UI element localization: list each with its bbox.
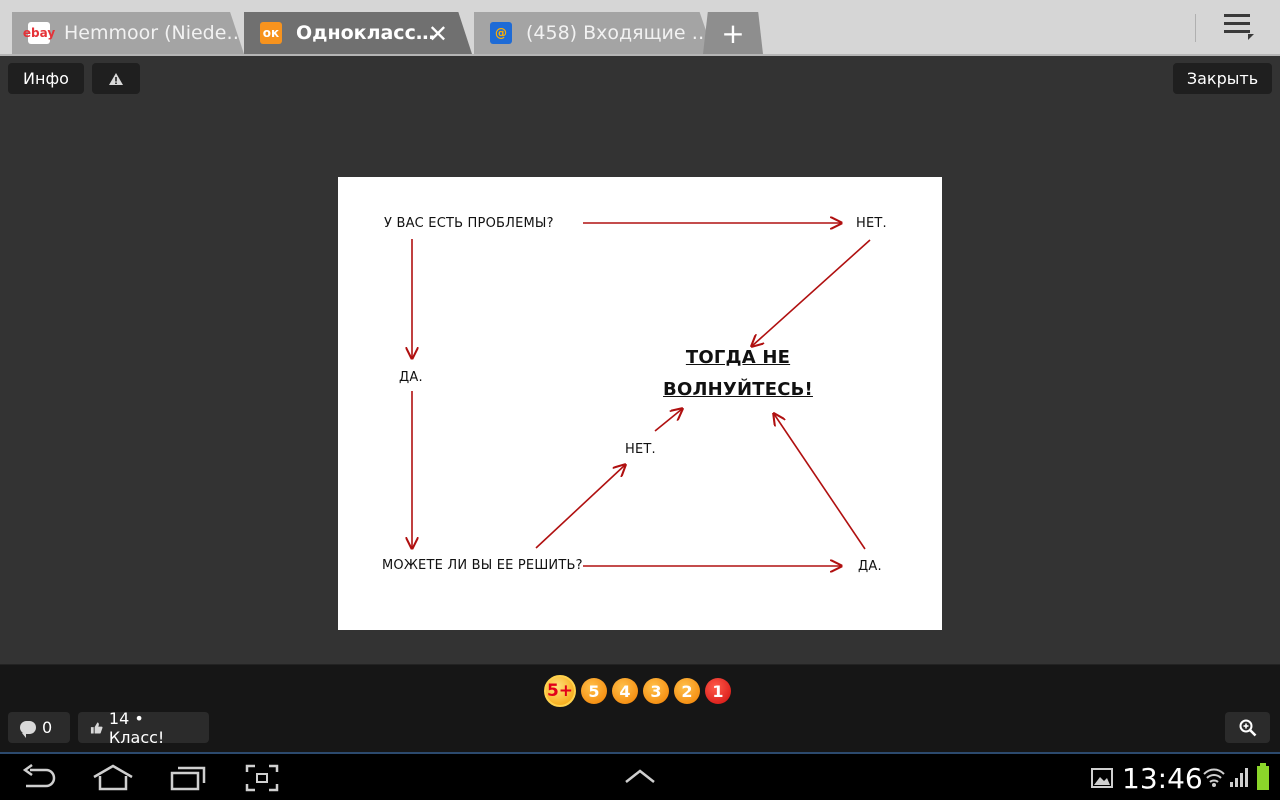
answer-yes-right: ДА. (858, 559, 882, 574)
tab-title: Hemmoor (Niede… (64, 22, 244, 44)
arrow-no-to-center-2 (654, 409, 682, 432)
gallery-icon (1091, 768, 1113, 788)
system-nav-bar: 13:46 (0, 752, 1280, 800)
comments-count: 0 (42, 718, 53, 737)
comments-button[interactable]: 0 (8, 712, 70, 743)
close-tab-icon[interactable]: ✕ (428, 20, 448, 48)
answer-yes-left: ДА. (399, 370, 423, 385)
wifi-icon (1203, 768, 1225, 787)
rating-4[interactable]: 4 (612, 678, 638, 704)
recent-apps-icon[interactable] (170, 764, 206, 792)
rating-2[interactable]: 2 (674, 678, 700, 704)
center-line-2: ВОЛНУЙТЕСЬ! (663, 379, 813, 400)
rating-1[interactable]: 1 (705, 678, 731, 704)
browser-tab-bar: ebay Hemmoor (Niede… @ (458) Входящие … … (0, 0, 1280, 56)
answer-no-top: НЕТ. (856, 216, 887, 231)
photo-info-bar: 5+ 5 4 3 2 1 0 14 • Класс! (0, 664, 1280, 752)
clock: 13:46 (1122, 762, 1203, 795)
battery-icon (1257, 763, 1269, 790)
back-icon[interactable] (20, 764, 58, 792)
question-problems: У ВАС ЕСТЬ ПРОБЛЕМЫ? (384, 216, 554, 231)
thumbs-up-icon (90, 721, 103, 734)
tab-odnoklassniki[interactable]: ок Однокласс… ✕ (244, 12, 472, 54)
warning-icon (109, 72, 123, 85)
zoom-button[interactable] (1225, 712, 1270, 743)
class-button[interactable]: 14 • Класс! (78, 709, 209, 747)
arrow-yes-to-center (774, 414, 866, 550)
photo-flowchart[interactable]: У ВАС ЕСТЬ ПРОБЛЕМЫ? НЕТ. ДА. ТОГДА НЕ В… (338, 177, 942, 630)
tab-ebay[interactable]: ebay Hemmoor (Niede… (12, 12, 244, 54)
answer-no-middle: НЕТ. (625, 442, 656, 457)
ebay-favicon-icon: ebay (23, 22, 55, 44)
center-message: ТОГДА НЕ ВОЛНУЙТЕСЬ! (658, 342, 818, 406)
rating-bar: 5+ 5 4 3 2 1 (544, 675, 736, 707)
menu-icon[interactable] (1224, 14, 1254, 42)
close-viewer-button[interactable]: Закрыть (1173, 63, 1272, 94)
class-label: 14 • Класс! (108, 708, 165, 747)
new-tab-button[interactable]: + (703, 12, 763, 54)
tab-title: (458) Входящие … (526, 22, 711, 44)
screenshot-icon[interactable] (245, 764, 279, 792)
arrow-solve-to-no (535, 465, 625, 549)
expand-up-icon[interactable] (624, 768, 656, 786)
rating-5-plus[interactable]: 5+ (544, 675, 576, 707)
divider (1195, 14, 1196, 42)
question-solve: МОЖЕТЕ ЛИ ВЫ ЕЕ РЕШИТЬ? (382, 558, 583, 573)
info-button[interactable]: Инфо (8, 63, 84, 94)
odnoklassniki-favicon-icon: ок (260, 22, 282, 44)
tab-title: Однокласс… (296, 22, 435, 44)
rating-5[interactable]: 5 (581, 678, 607, 704)
rating-3[interactable]: 3 (643, 678, 669, 704)
zoom-in-icon (1239, 719, 1256, 736)
mail-favicon-icon: @ (490, 22, 512, 44)
home-icon[interactable] (92, 764, 134, 792)
center-line-1: ТОГДА НЕ (685, 347, 791, 368)
signal-icon (1230, 768, 1248, 787)
report-button[interactable] (92, 63, 140, 94)
tab-mail[interactable]: @ (458) Входящие … (474, 12, 714, 54)
comment-icon (20, 721, 36, 738)
arrow-no-to-center (752, 239, 871, 346)
